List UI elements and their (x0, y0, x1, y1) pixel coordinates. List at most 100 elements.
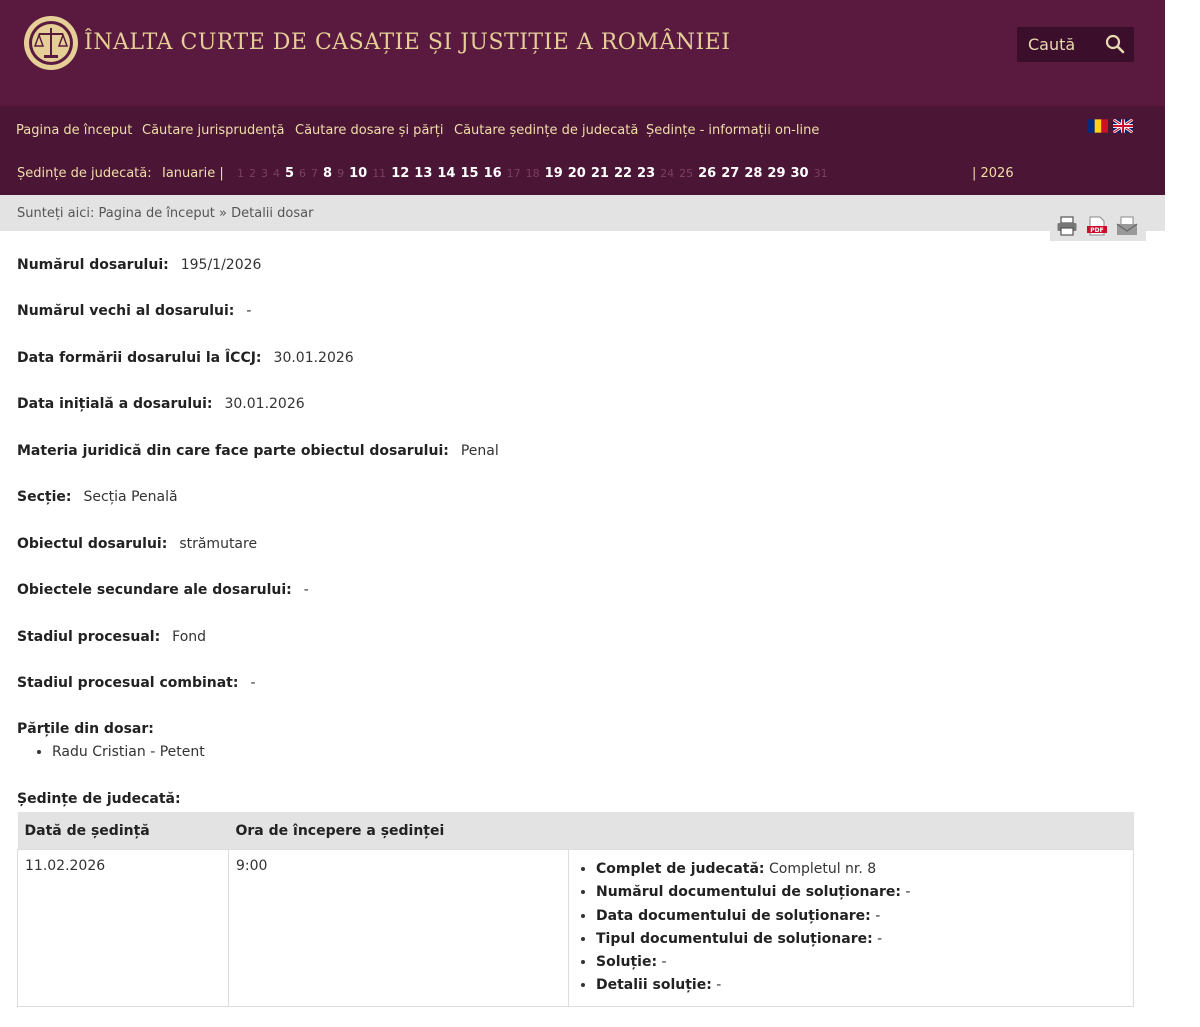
calendar-day[interactable]: 16 (484, 166, 502, 181)
resolution-doc-number-value: - (905, 884, 911, 901)
calendar-day[interactable]: 19 (545, 166, 563, 181)
solution-info: Soluție: - (596, 951, 1126, 974)
print-icon[interactable] (1056, 216, 1078, 236)
resolution-doc-number-label: Numărul documentului de soluționare: (596, 884, 901, 901)
secondary-objects: Obiectele secundare ale dosarului: - (17, 582, 309, 598)
procedural-stage-label: Stadiul procesual: (17, 629, 161, 645)
uk-flag-icon[interactable] (1113, 119, 1133, 133)
case-number-value: 195/1/2026 (180, 257, 262, 273)
section: Secție: Secția Penală (17, 489, 178, 505)
case-initial-date-label: Data inițială a dosarului: (17, 396, 213, 412)
calendar-day[interactable]: 21 (591, 166, 609, 181)
solution-label: Soluție: (596, 954, 658, 971)
column-header-details (568, 812, 1134, 850)
calendar-day: 3 (261, 167, 268, 180)
calendar-day[interactable]: 13 (414, 166, 432, 181)
solution-details-value: - (716, 977, 722, 994)
case-initial-date-value: 30.01.2026 (224, 396, 305, 412)
parties-heading: Părțile din dosar: (17, 721, 166, 737)
calendar-day[interactable]: 5 (285, 166, 294, 181)
calendar-day[interactable]: 12 (391, 166, 409, 181)
main-navigation: Pagina de început Căutare jurisprudență … (0, 106, 1165, 154)
calendar-month[interactable]: Ianuarie | (162, 166, 224, 181)
resolution-doc-date-info: Data documentului de soluționare: - (596, 905, 1126, 928)
procedural-stage-value: Fond (172, 629, 207, 645)
party-item: Radu Cristian - Petent (52, 744, 205, 760)
calendar-day: 9 (337, 167, 345, 180)
case-number-label: Numărul dosarului: (17, 257, 169, 273)
nav-item-case-search[interactable]: Căutare dosare și părți (295, 123, 443, 138)
case-object-value: strămutare (179, 536, 258, 552)
panel-info: Complet de judecată: Completul nr. 8 (596, 858, 1126, 881)
table-row: 11.02.2026 9:00 Complet de judecată: Com… (17, 849, 1134, 1007)
resolution-doc-type-label: Tipul documentului de soluționare: (596, 930, 873, 947)
secondary-objects-label: Obiectele secundare ale dosarului: (17, 582, 292, 598)
section-label: Secție: (17, 489, 72, 505)
breadcrumb[interactable]: Sunteți aici: Pagina de început » Detali… (17, 206, 313, 221)
calendar-day[interactable]: 29 (767, 166, 785, 181)
nav-item-jurisprudence-search[interactable]: Căutare jurisprudență (142, 123, 285, 138)
calendar-day: 7 (311, 167, 319, 180)
calendar-day[interactable]: 10 (349, 166, 367, 181)
resolution-doc-date-label: Data documentului de soluționare: (596, 907, 871, 924)
site-title[interactable]: ÎNALTA CURTE DE CASAȚIE ȘI JUSTIȚIE A RO… (84, 30, 730, 55)
nav-item-online-hearings[interactable]: Ședințe - informații on-line (646, 123, 819, 138)
site-header: ÎNALTA CURTE DE CASAȚIE ȘI JUSTIȚIE A RO… (0, 0, 1165, 106)
calendar-day[interactable]: 15 (460, 166, 478, 181)
svg-text:PDF: PDF (1090, 227, 1103, 234)
calendar-day[interactable]: 8 (323, 166, 332, 181)
hearing-details: Complet de judecată: Completul nr. 8 Num… (568, 849, 1134, 1007)
calendar-day: 25 (679, 167, 694, 180)
court-seal-logo[interactable] (22, 14, 80, 72)
calendar-day: 24 (660, 167, 675, 180)
case-formation-date: Data formării dosarului la ÎCCJ: 30.01.20… (17, 350, 354, 366)
case-initial-date: Data inițială a dosarului: 30.01.2026 (17, 396, 305, 412)
case-object: Obiectul dosarului: strămutare (17, 536, 257, 552)
resolution-doc-date-value: - (875, 907, 881, 924)
calendar-day: 2 (249, 167, 256, 180)
legal-matter-label: Materia juridică din care face parte obi… (17, 443, 449, 459)
parties-list: Radu Cristian - Petent (34, 744, 205, 760)
calendar-day: 4 (273, 167, 280, 180)
legal-matter-value: Penal (460, 443, 499, 459)
section-value: Secția Penală (83, 489, 178, 505)
hearing-time: 9:00 (228, 849, 569, 1007)
breadcrumb-bar: Sunteți aici: Pagina de început » Detali… (0, 195, 1165, 231)
combined-procedural-stage-label: Stadiul procesual combinat: (17, 675, 239, 691)
nav-item-home[interactable]: Pagina de început (16, 123, 132, 138)
pdf-icon[interactable]: PDF (1086, 216, 1108, 236)
search-button[interactable]: Caută (1017, 27, 1134, 62)
calendar-day[interactable]: 28 (744, 166, 762, 181)
calendar-day: 18 (525, 167, 540, 180)
calendar-day[interactable]: 22 (614, 166, 632, 181)
calendar-day[interactable]: 23 (637, 166, 655, 181)
calendar-day: 17 (506, 167, 521, 180)
case-number: Numărul dosarului: 195/1/2026 (17, 257, 261, 273)
procedural-stage: Stadiul procesual: Fond (17, 629, 206, 645)
search-icon[interactable] (1105, 34, 1125, 54)
calendar-day[interactable]: 30 (791, 166, 809, 181)
romania-flag-icon[interactable] (1088, 119, 1108, 133)
email-icon[interactable] (1116, 216, 1138, 236)
combined-procedural-stage-value: - (250, 675, 256, 691)
calendar-day[interactable]: 27 (721, 166, 739, 181)
calendar-day[interactable]: 20 (568, 166, 586, 181)
calendar-day: 11 (372, 167, 387, 180)
solution-value: - (661, 954, 667, 971)
page-tools: PDF (1050, 211, 1146, 241)
secondary-objects-value: - (303, 582, 309, 598)
calendar-year[interactable]: | 2026 (972, 166, 1014, 181)
combined-procedural-stage: Stadiul procesual combinat: - (17, 675, 256, 691)
calendar-days: 1 2 3 4 5 6 7 8 9 10 11 12 13 14 15 16 17 18 19 20 21 22 23 24 2… (237, 166, 833, 181)
legal-matter: Materia juridică din care face parte obi… (17, 443, 499, 459)
search-label: Caută (1028, 35, 1076, 54)
panel-value: Completul nr. 8 (768, 861, 877, 877)
calendar-day: 6 (299, 167, 307, 180)
calendar-day: 1 (237, 167, 244, 180)
nav-item-hearings-search[interactable]: Căutare ședințe de judecată (454, 123, 638, 138)
calendar-day[interactable]: 26 (698, 166, 716, 181)
old-case-number-label: Numărul vechi al dosarului: (17, 303, 235, 319)
panel-label: Complet de judecată: (596, 861, 765, 877)
column-header-start-time: Ora de începere a ședinței (228, 812, 569, 850)
calendar-day[interactable]: 14 (437, 166, 455, 181)
